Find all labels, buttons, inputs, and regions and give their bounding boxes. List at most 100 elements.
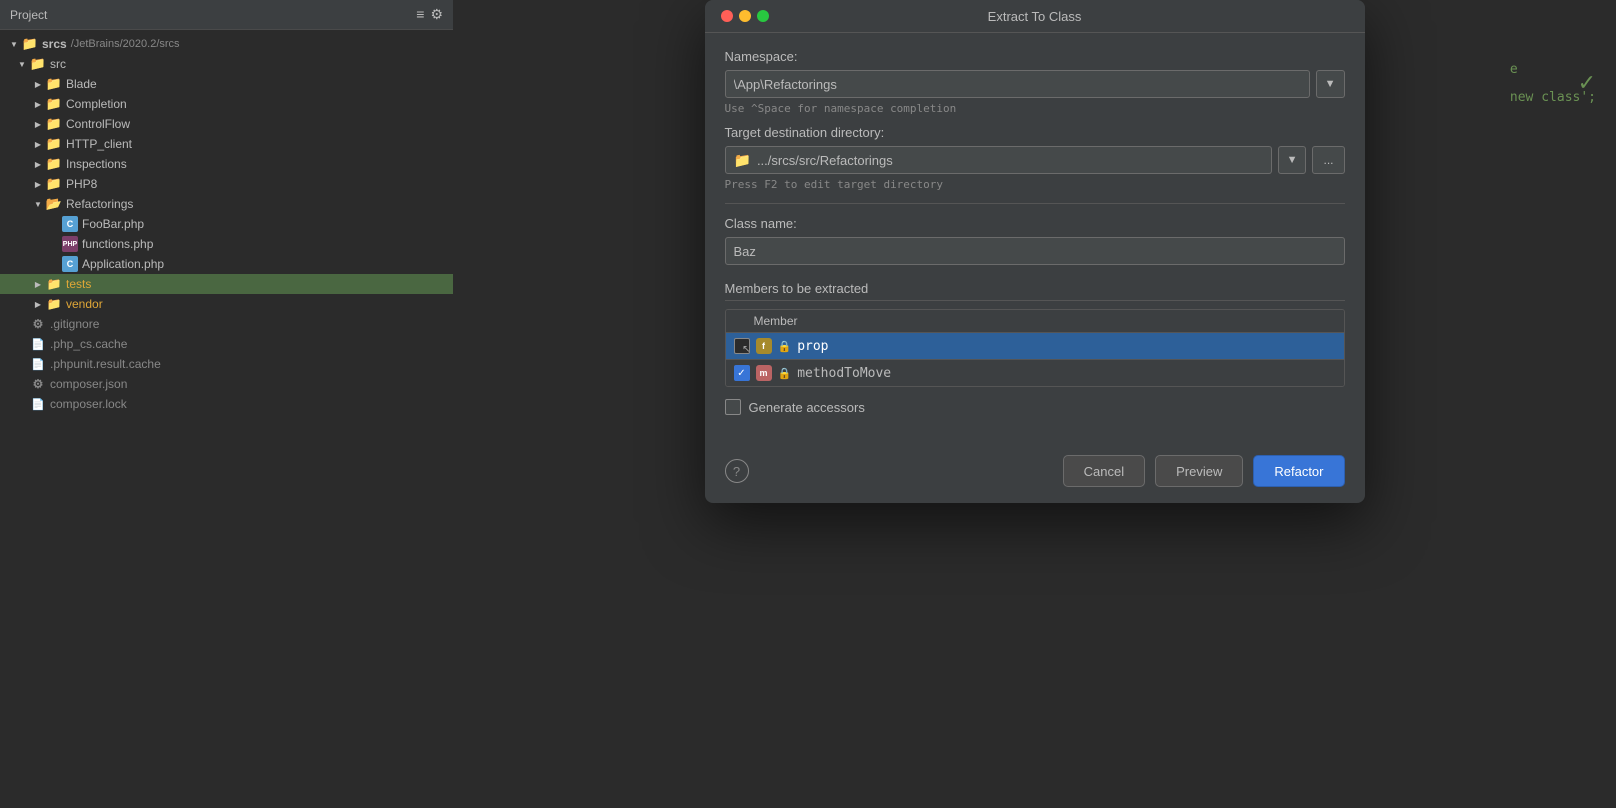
members-section: Members to be extracted Member ↖ f: [725, 281, 1345, 387]
tree-item-controlflow[interactable]: ▶ 📁 ControlFlow: [0, 114, 453, 134]
tree-label-completion: Completion: [66, 97, 127, 111]
tree-label-phpunit-cache: .phpunit.result.cache: [50, 357, 161, 371]
tree-label-inspections: Inspections: [66, 157, 127, 171]
tree-item-phpunit-cache[interactable]: 📄 .phpunit.result.cache: [0, 354, 453, 374]
cancel-button[interactable]: Cancel: [1063, 455, 1145, 487]
spacer: [16, 398, 28, 410]
chevron-right-icon: ▶: [32, 78, 44, 90]
spacer: [48, 238, 60, 250]
preview-button[interactable]: Preview: [1155, 455, 1243, 487]
table-row[interactable]: m 🔒 methodToMove: [726, 359, 1344, 386]
folder-icon: 📁: [22, 36, 38, 52]
tree-label-tests: tests: [66, 277, 91, 291]
file-tree: ▼ 📁 srcs /JetBrains/2020.2/srcs ▼ 📁 src …: [0, 30, 453, 808]
file-badge-gear: ⚙: [30, 316, 46, 332]
dialog-overlay: Extract To Class Namespace: ▼ Use ^Space…: [453, 0, 1616, 808]
table-row[interactable]: ↖ f 🔒 prop: [726, 333, 1344, 359]
tree-item-completion[interactable]: ▶ 📁 Completion: [0, 94, 453, 114]
class-name-input[interactable]: [725, 237, 1345, 265]
namespace-hint: Use ^Space for namespace completion: [725, 102, 1345, 115]
help-button[interactable]: ?: [725, 459, 749, 483]
tree-item-php8[interactable]: ▶ 📁 PHP8: [0, 174, 453, 194]
tree-item-srcs[interactable]: ▼ 📁 srcs /JetBrains/2020.2/srcs: [0, 34, 453, 54]
target-dir-label: Target destination directory:: [725, 125, 1345, 140]
dialog-titlebar: Extract To Class: [705, 0, 1365, 33]
target-dir-hint: Press F2 to edit target directory: [725, 178, 1345, 191]
filter-icon[interactable]: ≡: [416, 6, 424, 23]
folder-yellow-icon: 📁: [46, 276, 62, 292]
extract-to-class-dialog: Extract To Class Namespace: ▼ Use ^Space…: [705, 0, 1365, 503]
tree-item-composer-lock[interactable]: 📄 composer.lock: [0, 394, 453, 414]
target-dir-row: 📁 .../srcs/src/Refactorings ▼ ...: [725, 146, 1345, 174]
file-badge-php: PHP: [62, 236, 78, 252]
dialog-title: Extract To Class: [988, 9, 1082, 24]
tree-item-foobar[interactable]: C FooBar.php: [0, 214, 453, 234]
tree-label-refactorings: Refactorings: [66, 197, 133, 211]
tree-item-functions[interactable]: PHP functions.php: [0, 234, 453, 254]
member-column-header: Member: [754, 314, 798, 328]
tree-item-composer-json[interactable]: ⚙ composer.json: [0, 374, 453, 394]
namespace-input[interactable]: [725, 70, 1310, 98]
members-section-title: Members to be extracted: [725, 281, 1345, 301]
tree-label-composer-json: composer.json: [50, 377, 127, 391]
lock-icon: 🔒: [778, 367, 792, 380]
tree-item-application[interactable]: C Application.php: [0, 254, 453, 274]
generate-accessors-label: Generate accessors: [749, 400, 865, 415]
file-badge-composer: ⚙: [30, 376, 46, 392]
member-checkbox-method[interactable]: [734, 365, 750, 381]
tree-item-refactorings[interactable]: ▼ 📂 Refactorings: [0, 194, 453, 214]
traffic-lights: [721, 10, 769, 22]
row-cursor-indicator: ↖: [734, 338, 750, 354]
tree-item-tests[interactable]: ▶ 📁 tests: [0, 274, 453, 294]
tree-label-foobar: FooBar.php: [82, 217, 144, 231]
footer-left: ?: [725, 459, 749, 483]
chevron-right-icon: ▶: [32, 118, 44, 130]
spacer: [16, 358, 28, 370]
tree-item-php-cs-cache[interactable]: 📄 .php_cs.cache: [0, 334, 453, 354]
tree-item-gitignore[interactable]: ⚙ .gitignore: [0, 314, 453, 334]
folder-icon: 📁: [30, 56, 46, 72]
panel-header-icons: ≡ ⚙: [416, 6, 443, 23]
tree-label-composer-lock: composer.lock: [50, 397, 127, 411]
folder-icon: 📁: [46, 176, 62, 192]
folder-icon: 📁: [46, 96, 62, 112]
members-table: Member ↖ f 🔒 prop: [725, 309, 1345, 387]
spacer: [48, 258, 60, 270]
right-panel: e new class'; ✓ Extract To Class: [453, 0, 1616, 808]
target-dir-display: 📁 .../srcs/src/Refactorings: [725, 146, 1272, 174]
field-badge-icon: f: [756, 338, 772, 354]
tree-label-src: src: [50, 57, 66, 71]
maximize-button[interactable]: [757, 10, 769, 22]
spacer: [48, 218, 60, 230]
tree-label-srcs: srcs: [42, 37, 67, 51]
tree-label-functions: functions.php: [82, 237, 153, 251]
tree-item-vendor[interactable]: ▶ 📁 vendor: [0, 294, 453, 314]
tree-label-gitignore: .gitignore: [50, 317, 99, 331]
target-dir-value: .../srcs/src/Refactorings: [757, 153, 893, 168]
dialog-footer: ? Cancel Preview Refactor: [705, 447, 1365, 503]
tree-label-php-cs-cache: .php_cs.cache: [50, 337, 127, 351]
browse-button[interactable]: ...: [1312, 146, 1344, 174]
tree-label-controlflow: ControlFlow: [66, 117, 130, 131]
tree-item-blade[interactable]: ▶ 📁 Blade: [0, 74, 453, 94]
footer-buttons: Cancel Preview Refactor: [1063, 455, 1345, 487]
tree-item-inspections[interactable]: ▶ 📁 Inspections: [0, 154, 453, 174]
file-badge-file: 📄: [30, 396, 46, 412]
tree-item-http-client[interactable]: ▶ 📁 HTTP_client: [0, 134, 453, 154]
method-badge-icon: m: [756, 365, 772, 381]
separator: [725, 203, 1345, 204]
close-button[interactable]: [721, 10, 733, 22]
namespace-dropdown-button[interactable]: ▼: [1316, 70, 1345, 98]
tree-item-src[interactable]: ▼ 📁 src: [0, 54, 453, 74]
target-dir-dropdown-button[interactable]: ▼: [1278, 146, 1307, 174]
settings-icon[interactable]: ⚙: [430, 6, 443, 23]
dialog-body: Namespace: ▼ Use ^Space for namespace co…: [705, 33, 1365, 447]
tree-label-http-client: HTTP_client: [66, 137, 132, 151]
generate-accessors-checkbox[interactable]: [725, 399, 741, 415]
tree-label-vendor: vendor: [66, 297, 103, 311]
member-name-methodtomove: methodToMove: [797, 366, 891, 381]
chevron-right-icon: ▶: [32, 278, 44, 290]
minimize-button[interactable]: [739, 10, 751, 22]
folder-icon: 📁: [46, 156, 62, 172]
refactor-button[interactable]: Refactor: [1253, 455, 1344, 487]
